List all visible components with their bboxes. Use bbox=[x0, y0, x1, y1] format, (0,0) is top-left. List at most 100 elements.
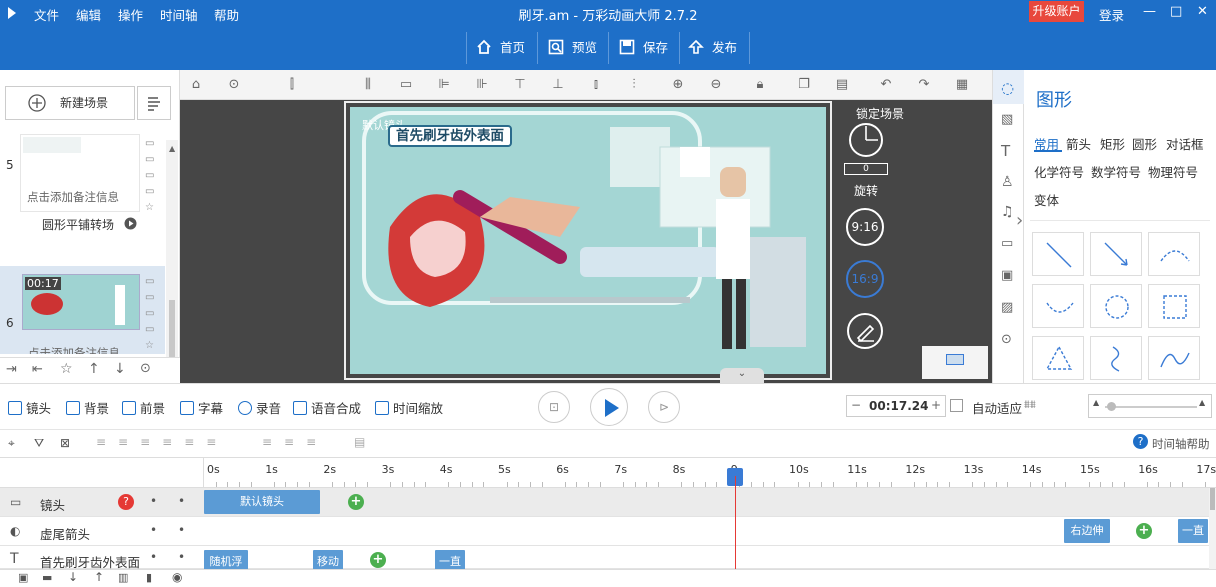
shape-arc[interactable] bbox=[1148, 232, 1200, 276]
export-icon[interactable]: ⇤ bbox=[32, 362, 43, 377]
home-icon[interactable]: ⌂ bbox=[188, 77, 204, 93]
move-up-icon[interactable]: ↑ bbox=[94, 570, 104, 584]
minimap[interactable] bbox=[922, 346, 988, 379]
eye-icon[interactable]: ◉ bbox=[172, 570, 182, 584]
add-foreground-button[interactable]: 前景 bbox=[122, 398, 165, 417]
fit-options-icon[interactable]: ⩩⩩ bbox=[1024, 398, 1036, 412]
time-input[interactable]: 00:17.24 bbox=[869, 399, 928, 413]
warning-icon[interactable]: ? bbox=[118, 494, 134, 510]
delete-icon[interactable]: ▥ bbox=[118, 571, 128, 584]
stage[interactable]: 默认镜头 首先刷牙齿外表面 bbox=[350, 107, 826, 374]
folder-icon[interactable]: ▬ bbox=[42, 571, 52, 584]
tab-variant[interactable]: 变体 bbox=[1034, 190, 1059, 209]
distribute-icon[interactable]: ▭ bbox=[398, 77, 414, 93]
next-frame-button[interactable]: ⊳ bbox=[648, 391, 680, 423]
special-effects-icon[interactable]: ▣ bbox=[1001, 268, 1013, 283]
scene-scrollbar[interactable]: ▲ ▼ bbox=[166, 140, 178, 380]
home-button[interactable]: 首页 bbox=[476, 38, 525, 58]
time-stepper[interactable]: − 00:17.24 + bbox=[846, 395, 946, 417]
shape-circle[interactable] bbox=[1090, 284, 1142, 328]
play-button[interactable] bbox=[590, 388, 628, 426]
minimize-icon[interactable]: — bbox=[1143, 4, 1156, 19]
play-circle-icon[interactable] bbox=[124, 217, 137, 230]
shape-line[interactable] bbox=[1032, 232, 1084, 276]
align-center-icon[interactable]: ⫿ bbox=[284, 77, 300, 93]
clip-default-camera[interactable]: 默认镜头 bbox=[204, 490, 320, 514]
lock-dot[interactable]: • bbox=[178, 550, 185, 564]
scroll-up-icon[interactable]: ▲ bbox=[169, 144, 175, 153]
add-effect-icon[interactable]: + bbox=[348, 494, 364, 510]
scene-thumbnail-6[interactable]: 00:17 bbox=[22, 274, 140, 330]
ratio-169-button[interactable]: 16:9 bbox=[846, 260, 884, 298]
lock-icon[interactable]: ▮ bbox=[146, 571, 152, 584]
music-icon[interactable]: ♫ bbox=[1001, 204, 1014, 220]
add-layer-icon[interactable]: ▣ bbox=[18, 571, 28, 584]
help-icon[interactable]: ? bbox=[1133, 434, 1148, 449]
plus-icon[interactable]: + bbox=[931, 398, 941, 412]
shape-arrow[interactable] bbox=[1090, 232, 1142, 276]
more-icon[interactable]: ⊙ bbox=[226, 77, 242, 93]
record-button[interactable]: 录音 bbox=[238, 398, 281, 417]
gallery-icon[interactable]: ▨ bbox=[1001, 300, 1013, 315]
visibility-dot[interactable]: • bbox=[150, 494, 157, 508]
new-scene-button[interactable]: 新建场景 bbox=[5, 86, 135, 120]
visibility-dot[interactable]: • bbox=[150, 523, 157, 537]
zoom-in-icon[interactable]: ⊕ bbox=[670, 77, 686, 93]
lock-dot[interactable]: • bbox=[178, 523, 185, 537]
clip-hold[interactable]: 一直 bbox=[1178, 519, 1208, 543]
tab-math[interactable]: 数学符号 bbox=[1091, 162, 1141, 181]
lock-icon[interactable]: 🔒︎ bbox=[752, 77, 768, 93]
undo-icon[interactable]: ↶ bbox=[878, 77, 894, 93]
distribute-h-icon[interactable]: ⫾ bbox=[588, 77, 604, 93]
shape-squiggle[interactable] bbox=[1090, 336, 1142, 380]
align-right-icon[interactable]: ⊪ bbox=[474, 77, 490, 93]
tab-chemistry[interactable]: 化学符号 bbox=[1034, 162, 1084, 181]
clear-filter-icon[interactable]: ⊠ bbox=[60, 436, 70, 450]
add-background-button[interactable]: 背景 bbox=[66, 398, 109, 417]
import-icon[interactable]: ⇥ bbox=[6, 362, 17, 377]
scene-note[interactable]: 点击添加备注信息 bbox=[27, 189, 119, 205]
upgrade-button[interactable]: 升级账户 bbox=[1029, 1, 1084, 22]
minus-icon[interactable]: − bbox=[851, 398, 861, 412]
more-icon[interactable]: ⊙ bbox=[1001, 332, 1012, 347]
timeline-scrollbar[interactable] bbox=[1209, 488, 1216, 569]
tts-button[interactable]: 语音合成 bbox=[293, 398, 361, 417]
ratio-916-button[interactable]: 9:16 bbox=[846, 208, 884, 246]
track-title-text[interactable]: T 首先刷牙齿外表面 • • 随机浮 移动 + 一直 bbox=[0, 546, 1216, 574]
scene-transition[interactable]: 圆形平铺转场 bbox=[42, 216, 114, 233]
scrollbar-thumb[interactable] bbox=[1210, 488, 1215, 510]
add-camera-button[interactable]: 镜头 bbox=[8, 398, 51, 417]
bubble-icon[interactable]: ▭ bbox=[1001, 236, 1013, 251]
timeline-help-link[interactable]: 时间轴帮助 bbox=[1152, 436, 1210, 452]
arrange-tools[interactable]: ≡≡≡ bbox=[262, 435, 328, 449]
move-down-icon[interactable]: ↓ bbox=[68, 570, 78, 584]
stage-title[interactable]: 首先刷牙齿外表面 bbox=[388, 125, 512, 147]
auto-fit-checkbox[interactable] bbox=[950, 399, 963, 412]
preview-button[interactable]: 预览 bbox=[548, 38, 597, 58]
visibility-dot[interactable]: • bbox=[150, 550, 157, 564]
tab-dialog[interactable]: 对话框 bbox=[1166, 134, 1204, 153]
filter-icon[interactable]: ⛛ bbox=[34, 436, 44, 451]
tab-arrow[interactable]: 箭头 bbox=[1066, 134, 1091, 153]
add-subtitle-button[interactable]: 字幕 bbox=[180, 398, 223, 417]
scene-actions[interactable]: ▭ ▭ ▭ ▭ ☆ bbox=[145, 274, 154, 354]
add-effect-icon[interactable]: + bbox=[1136, 523, 1152, 539]
tab-rect[interactable]: 矩形 bbox=[1100, 134, 1125, 153]
settings-icon[interactable]: ▦ bbox=[954, 77, 970, 93]
clip-enter[interactable]: 右边伸 bbox=[1064, 519, 1110, 543]
shape-curved-arrow[interactable] bbox=[1032, 284, 1084, 328]
login-button[interactable]: 登录 bbox=[1099, 5, 1124, 24]
lock-dot[interactable]: • bbox=[178, 494, 185, 508]
rotate-input[interactable]: 0 bbox=[844, 163, 888, 175]
align-bottom-icon[interactable]: ⊥ bbox=[550, 77, 566, 93]
shape-rectangle[interactable] bbox=[1148, 284, 1200, 328]
shapes-icon[interactable]: ◌ bbox=[1001, 79, 1014, 97]
scene-actions[interactable]: ▭ ▭ ▭ ▭ ☆ bbox=[145, 136, 154, 216]
track-camera[interactable]: ▭ 镜头 ? • • 默认镜头 + bbox=[0, 488, 1216, 517]
shape-wave[interactable] bbox=[1148, 336, 1200, 380]
zoom-out-icon[interactable]: ▲ bbox=[1093, 398, 1099, 407]
scene-order-button[interactable] bbox=[137, 86, 171, 120]
scene-thumbnail-5[interactable]: 点击添加备注信息 bbox=[20, 134, 140, 212]
close-icon[interactable]: ✕ bbox=[1197, 4, 1208, 19]
save-button[interactable]: 保存 bbox=[619, 38, 668, 58]
